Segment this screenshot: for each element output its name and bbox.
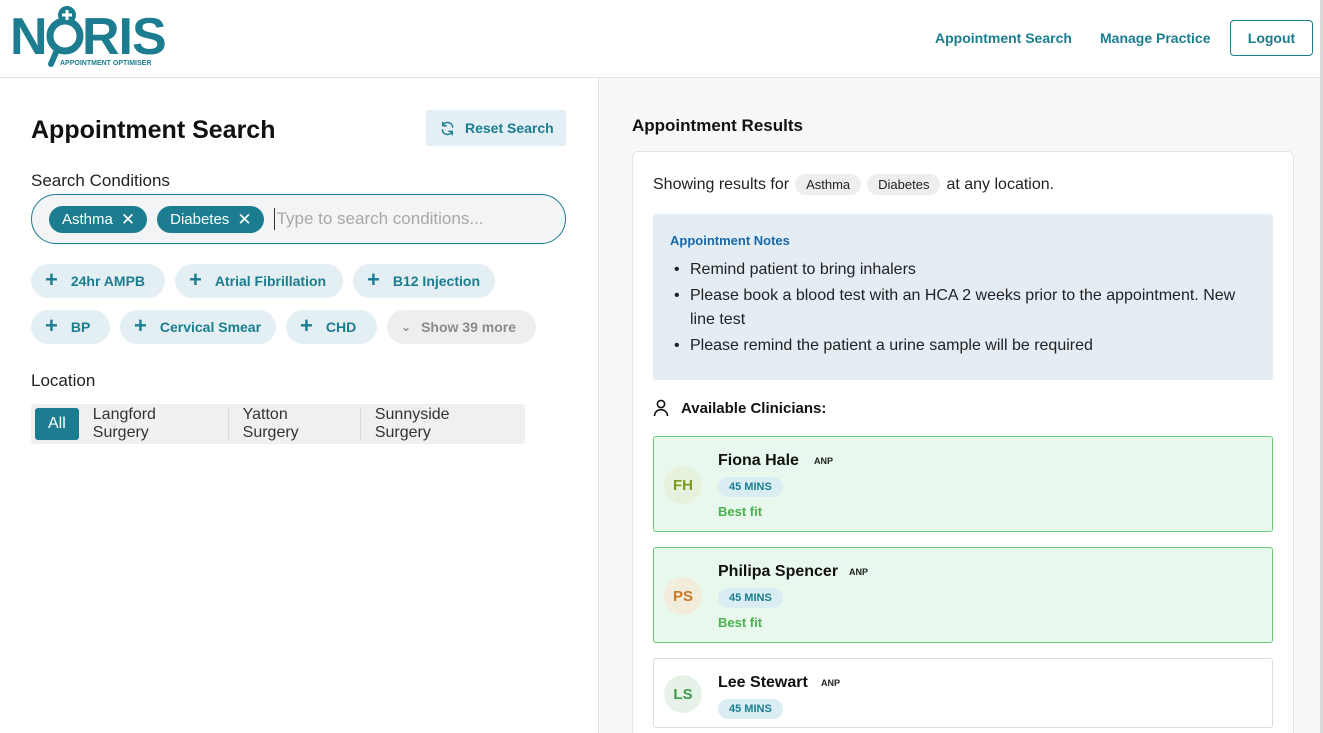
- tag-label: B12 Injection: [392, 273, 480, 289]
- note-item: Remind patient to bring inhalers: [670, 258, 1256, 283]
- nav-manage-practice[interactable]: Manage Practice: [1100, 30, 1211, 46]
- clinician-role: ANP: [821, 678, 841, 688]
- selected-condition-chip: Asthma ✕: [49, 205, 148, 233]
- note-item: Please remind the patient a urine sample…: [670, 334, 1256, 359]
- avatar: PS: [664, 577, 702, 615]
- clinician-name: Philipa Spencer: [718, 563, 839, 580]
- condition-pill: Asthma: [795, 174, 862, 195]
- showing-suffix: at any location.: [946, 175, 1055, 193]
- selected-condition-chip: Diabetes ✕: [157, 205, 264, 233]
- conditions-search-input[interactable]: [273, 208, 504, 230]
- avatar: FH: [664, 466, 702, 504]
- show-more-label: Show 39 more: [421, 319, 516, 335]
- available-clinicians-heading: Available Clinicians:: [653, 399, 826, 417]
- person-icon: [653, 399, 669, 417]
- plus-icon: +: [189, 267, 202, 292]
- results-title: Appointment Results: [632, 116, 803, 135]
- add-condition-tag[interactable]: + Cervical Smear: [120, 310, 276, 344]
- close-icon[interactable]: ✕: [237, 211, 251, 228]
- duration-badge: 45 MINS: [718, 477, 783, 497]
- location-yatton-surgery[interactable]: Yatton Surgery: [229, 406, 361, 441]
- location-all[interactable]: All: [35, 408, 79, 440]
- best-fit-label: Best fit: [718, 504, 763, 519]
- location-filter-group: All Langford Surgery Yatton Surgery Sunn…: [31, 404, 525, 444]
- add-condition-tag[interactable]: + BP: [31, 310, 110, 344]
- tag-label: Cervical Smear: [159, 319, 262, 335]
- add-condition-tag[interactable]: + 24hr AMPB: [31, 264, 165, 298]
- add-condition-tag[interactable]: + Atrial Fibrillation: [175, 264, 343, 298]
- page-title: Appointment Search: [31, 116, 276, 144]
- add-condition-tag[interactable]: + CHD: [286, 310, 377, 344]
- results-card: Showing results for Asthma Diabetes at a…: [632, 151, 1294, 733]
- noris-logo[interactable]: N RIS APPOINTMENT OPTIMISER: [10, 6, 170, 68]
- note-item: Please book a blood test with an HCA 2 w…: [670, 284, 1256, 333]
- tag-label: CHD: [325, 319, 357, 335]
- avatar: LS: [664, 675, 702, 713]
- conditions-search-box[interactable]: Asthma ✕ Diabetes ✕: [31, 194, 566, 244]
- clinicians-label: Available Clinicians:: [681, 399, 827, 417]
- nav-appointment-search[interactable]: Appointment Search: [935, 30, 1072, 46]
- location-sunnyside-surgery[interactable]: Sunnyside Surgery: [361, 406, 521, 441]
- clinician-name: Lee Stewart: [718, 674, 808, 691]
- reset-search-button[interactable]: Reset Search: [426, 110, 566, 146]
- close-icon[interactable]: ✕: [121, 211, 135, 228]
- chip-label: Diabetes: [170, 210, 230, 228]
- location-label: Location: [31, 371, 96, 390]
- plus-icon: +: [134, 313, 147, 338]
- reset-search-label: Reset Search: [465, 120, 554, 136]
- location-langford-surgery[interactable]: Langford Surgery: [79, 406, 229, 441]
- best-fit-label: Best fit: [718, 615, 763, 630]
- chevron-down-icon: ⌄: [401, 320, 412, 334]
- search-conditions-label: Search Conditions: [31, 171, 170, 190]
- add-condition-tag[interactable]: + B12 Injection: [353, 264, 495, 298]
- clinician-name: Fiona Hale: [718, 452, 799, 469]
- plus-icon: +: [45, 313, 58, 338]
- condition-pill: Diabetes: [867, 174, 941, 195]
- plus-icon: +: [45, 267, 58, 292]
- top-header: N RIS APPOINTMENT OPTIMISER Appointment …: [0, 0, 1323, 78]
- showing-prefix: Showing results for: [653, 175, 790, 193]
- plus-icon: +: [300, 313, 313, 338]
- tag-label: Atrial Fibrillation: [214, 273, 327, 289]
- clinician-card[interactable]: LS Lee Stewart ANP 45 MINS: [653, 658, 1273, 728]
- svg-text:APPOINTMENT OPTIMISER: APPOINTMENT OPTIMISER: [60, 60, 151, 67]
- showing-results-line: Showing results for Asthma Diabetes at a…: [653, 174, 1054, 195]
- plus-icon: +: [367, 267, 380, 292]
- tag-label: 24hr AMPB: [70, 273, 146, 289]
- refresh-icon: [441, 121, 454, 135]
- notes-title: Appointment Notes: [670, 233, 790, 248]
- search-panel: Appointment Search Reset Search Search C…: [0, 78, 598, 733]
- chip-label: Asthma: [62, 210, 113, 228]
- clinician-role: ANP: [849, 567, 869, 577]
- results-panel: Appointment Results Showing results for …: [598, 78, 1320, 733]
- clinician-card[interactable]: FH Fiona Hale ANP 45 MINS Best fit: [653, 436, 1273, 532]
- clinician-card[interactable]: PS Philipa Spencer ANP 45 MINS Best fit: [653, 547, 1273, 643]
- tag-label: BP: [70, 319, 91, 335]
- show-more-button[interactable]: ⌄ Show 39 more: [387, 310, 536, 344]
- svg-text:N: N: [10, 8, 47, 66]
- svg-text:RIS: RIS: [82, 8, 166, 66]
- clinician-role: ANP: [814, 456, 834, 466]
- duration-badge: 45 MINS: [718, 699, 783, 719]
- duration-badge: 45 MINS: [718, 588, 783, 608]
- appointment-notes: Appointment Notes Remind patient to brin…: [653, 214, 1273, 380]
- logout-button[interactable]: Logout: [1230, 20, 1313, 56]
